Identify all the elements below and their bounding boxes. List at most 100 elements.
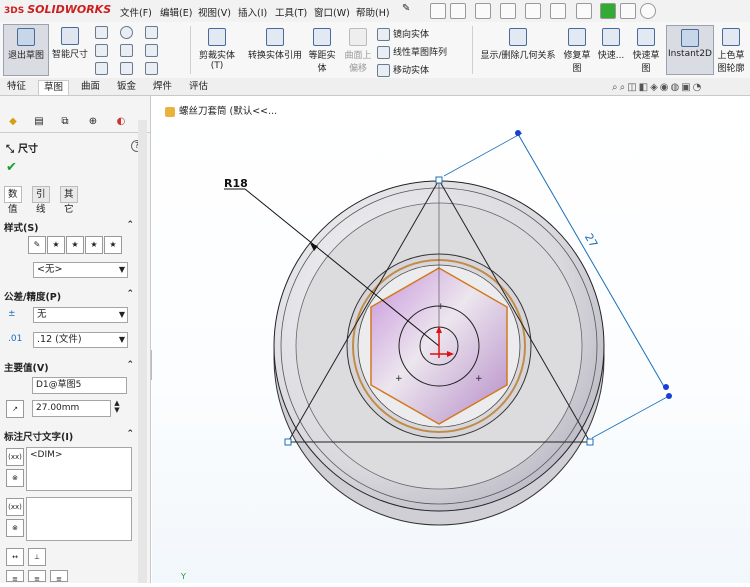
style-select[interactable]: <无> ▼ xyxy=(33,262,128,278)
subtab-other[interactable]: 其它 xyxy=(60,186,78,215)
dim-text-below-field[interactable] xyxy=(26,497,132,541)
instant2d-button[interactable]: Instant2D xyxy=(666,25,714,75)
text-below-link-icon[interactable]: ⊗ xyxy=(6,519,24,537)
undo-icon[interactable] xyxy=(550,3,566,19)
dimxpert-icon[interactable]: ⊕ xyxy=(84,116,102,130)
menu-window[interactable]: 窗口(W) xyxy=(314,5,350,19)
repair-sketch-button[interactable]: 修复草图 xyxy=(562,28,592,74)
options-gear-icon[interactable] xyxy=(640,3,656,19)
line-tool[interactable] xyxy=(95,26,111,39)
precision-select[interactable]: .12 (文件) ▼ xyxy=(33,332,128,348)
exit-sketch-button[interactable]: 退出草图 xyxy=(3,24,49,76)
print-icon[interactable] xyxy=(525,3,541,19)
load-style-icon[interactable]: ★ xyxy=(104,236,122,254)
rapid-sketch-button[interactable]: 快速草图 xyxy=(630,28,662,74)
feature-manager-icon[interactable]: ◆ xyxy=(4,116,22,130)
ok-check-icon[interactable]: ✔ xyxy=(6,160,17,175)
quick-snaps-button[interactable]: 快速... xyxy=(596,28,626,61)
tolerance-select[interactable]: 无 ▼ xyxy=(33,307,128,323)
collapse-icon[interactable]: ⌃ xyxy=(126,220,134,230)
file-properties-icon[interactable] xyxy=(620,3,636,19)
polygon-tool[interactable] xyxy=(120,62,136,75)
configuration-manager-icon[interactable]: ⧉ xyxy=(56,116,74,130)
text-tool[interactable] xyxy=(145,62,161,75)
home-icon[interactable] xyxy=(430,3,446,19)
value-spinner[interactable]: ▲ ▼ xyxy=(112,400,122,415)
vertex-handle[interactable] xyxy=(284,438,292,446)
convert-entities-button[interactable]: 转换实体引用 xyxy=(245,28,305,61)
arc-tool[interactable] xyxy=(120,44,136,57)
menu-help[interactable]: 帮助(H) xyxy=(356,5,390,19)
linear-pattern-button[interactable]: 线性草图阵列 xyxy=(377,45,447,59)
dim-endpoint-handle[interactable] xyxy=(666,393,672,399)
heads-up-view-toolbar[interactable]: ⌕⌕◫◧◈◉◍▣◔ xyxy=(612,82,703,93)
point-tool[interactable] xyxy=(145,44,161,57)
collapse-icon[interactable]: ⌃ xyxy=(126,429,134,439)
text-link-icon[interactable]: ⊗ xyxy=(6,469,24,487)
tab-surfaces[interactable]: 曲面 xyxy=(76,80,105,94)
menu-view[interactable]: 视图(V) xyxy=(198,5,231,19)
select-arrow-icon[interactable] xyxy=(576,3,592,19)
property-manager-icon[interactable]: ▤ xyxy=(30,116,48,130)
apply-style-icon[interactable]: ✎ xyxy=(28,236,46,254)
style-section-header[interactable]: 样式(S) ⌃ xyxy=(4,220,134,234)
dim-endpoint-handle[interactable] xyxy=(663,384,669,390)
add-style-icon[interactable]: ★ xyxy=(47,236,65,254)
display-manager-icon[interactable]: ◐ xyxy=(112,116,130,130)
sketch-model-view[interactable]: + + + xyxy=(152,96,750,583)
menu-edit[interactable]: 编辑(E) xyxy=(160,5,192,19)
shaded-sketch-button[interactable]: 上色草图轮廓 xyxy=(714,28,748,74)
circle-tool[interactable] xyxy=(120,26,136,39)
menu-tools[interactable]: 工具(T) xyxy=(275,5,307,19)
display-relations-button[interactable]: 显示/删除几何关系 xyxy=(476,28,560,61)
center-dimension-icon[interactable]: ⟂ xyxy=(28,548,46,566)
trim-entities-button[interactable]: 剪裁实体(T) xyxy=(193,28,241,71)
mirror-entities-button[interactable]: 镜向实体 xyxy=(377,27,429,41)
panel-scrollbar[interactable] xyxy=(138,120,147,583)
offset-on-surface-button[interactable]: 曲面上偏移 xyxy=(343,28,373,74)
rapid-sketch-label: 快速草图 xyxy=(632,51,660,74)
tab-sheet-metal[interactable]: 钣金 xyxy=(112,80,141,94)
traffic-light-icon[interactable] xyxy=(600,3,616,19)
collapse-icon[interactable]: ⌃ xyxy=(126,289,134,299)
add-parentheses-icon[interactable]: ↔ xyxy=(6,548,24,566)
menu-file[interactable]: 文件(F) xyxy=(120,5,152,19)
offset-entities-button[interactable]: 等距实体 xyxy=(308,28,336,74)
dimension-name-field[interactable]: D1@草图5 xyxy=(32,377,127,394)
move-entities-button[interactable]: 移动实体 xyxy=(377,63,429,77)
spline-tool[interactable] xyxy=(145,26,161,39)
tolerance-section-header[interactable]: 公差/精度(P) ⌃ xyxy=(4,289,134,303)
vertex-handle[interactable] xyxy=(435,176,443,184)
dim-text-above-field[interactable]: <DIM> xyxy=(26,447,132,491)
line-icon xyxy=(95,26,108,39)
text-below-icon[interactable]: (xx) xyxy=(6,498,24,516)
dim-endpoint-handle[interactable] xyxy=(515,130,521,136)
text-above-icon[interactable]: (xx) xyxy=(6,448,24,466)
smart-dimension-button[interactable]: 智能尺寸 xyxy=(49,27,91,60)
rectangle-tool[interactable] xyxy=(95,44,111,57)
delete-style-icon[interactable]: ★ xyxy=(66,236,84,254)
collapse-icon[interactable]: ⌃ xyxy=(126,360,134,370)
pin-icon[interactable]: ✎ xyxy=(402,3,416,17)
primary-value-field[interactable]: 27.00mm xyxy=(32,400,111,417)
tab-sketch[interactable]: 草图 xyxy=(38,80,70,95)
open-folder-icon[interactable] xyxy=(475,3,491,19)
subtab-value[interactable]: 数值 xyxy=(4,186,22,215)
dim-text-section-header[interactable]: 标注尺寸文字(I) ⌃ xyxy=(4,429,134,443)
align-center-icon[interactable]: ≡ xyxy=(28,570,46,583)
slot-tool[interactable] xyxy=(95,62,111,75)
align-left-icon[interactable]: ≡ xyxy=(6,570,24,583)
menu-insert[interactable]: 插入(I) xyxy=(238,5,267,19)
save-style-icon[interactable]: ★ xyxy=(85,236,103,254)
align-right-icon[interactable]: ≡ xyxy=(50,570,68,583)
radius-dimension-label[interactable]: R18 xyxy=(224,177,248,190)
tab-evaluate[interactable]: 评估 xyxy=(184,80,213,94)
subtab-leaders[interactable]: 引线 xyxy=(32,186,50,215)
primary-value-section-header[interactable]: 主要值(V) ⌃ xyxy=(4,360,134,374)
new-document-icon[interactable] xyxy=(450,3,466,19)
vertex-handle[interactable] xyxy=(586,438,594,446)
tab-features[interactable]: 特征 xyxy=(2,80,31,94)
polygon-icon xyxy=(120,62,133,75)
save-icon[interactable] xyxy=(500,3,516,19)
tab-weldments[interactable]: 焊件 xyxy=(148,80,177,94)
